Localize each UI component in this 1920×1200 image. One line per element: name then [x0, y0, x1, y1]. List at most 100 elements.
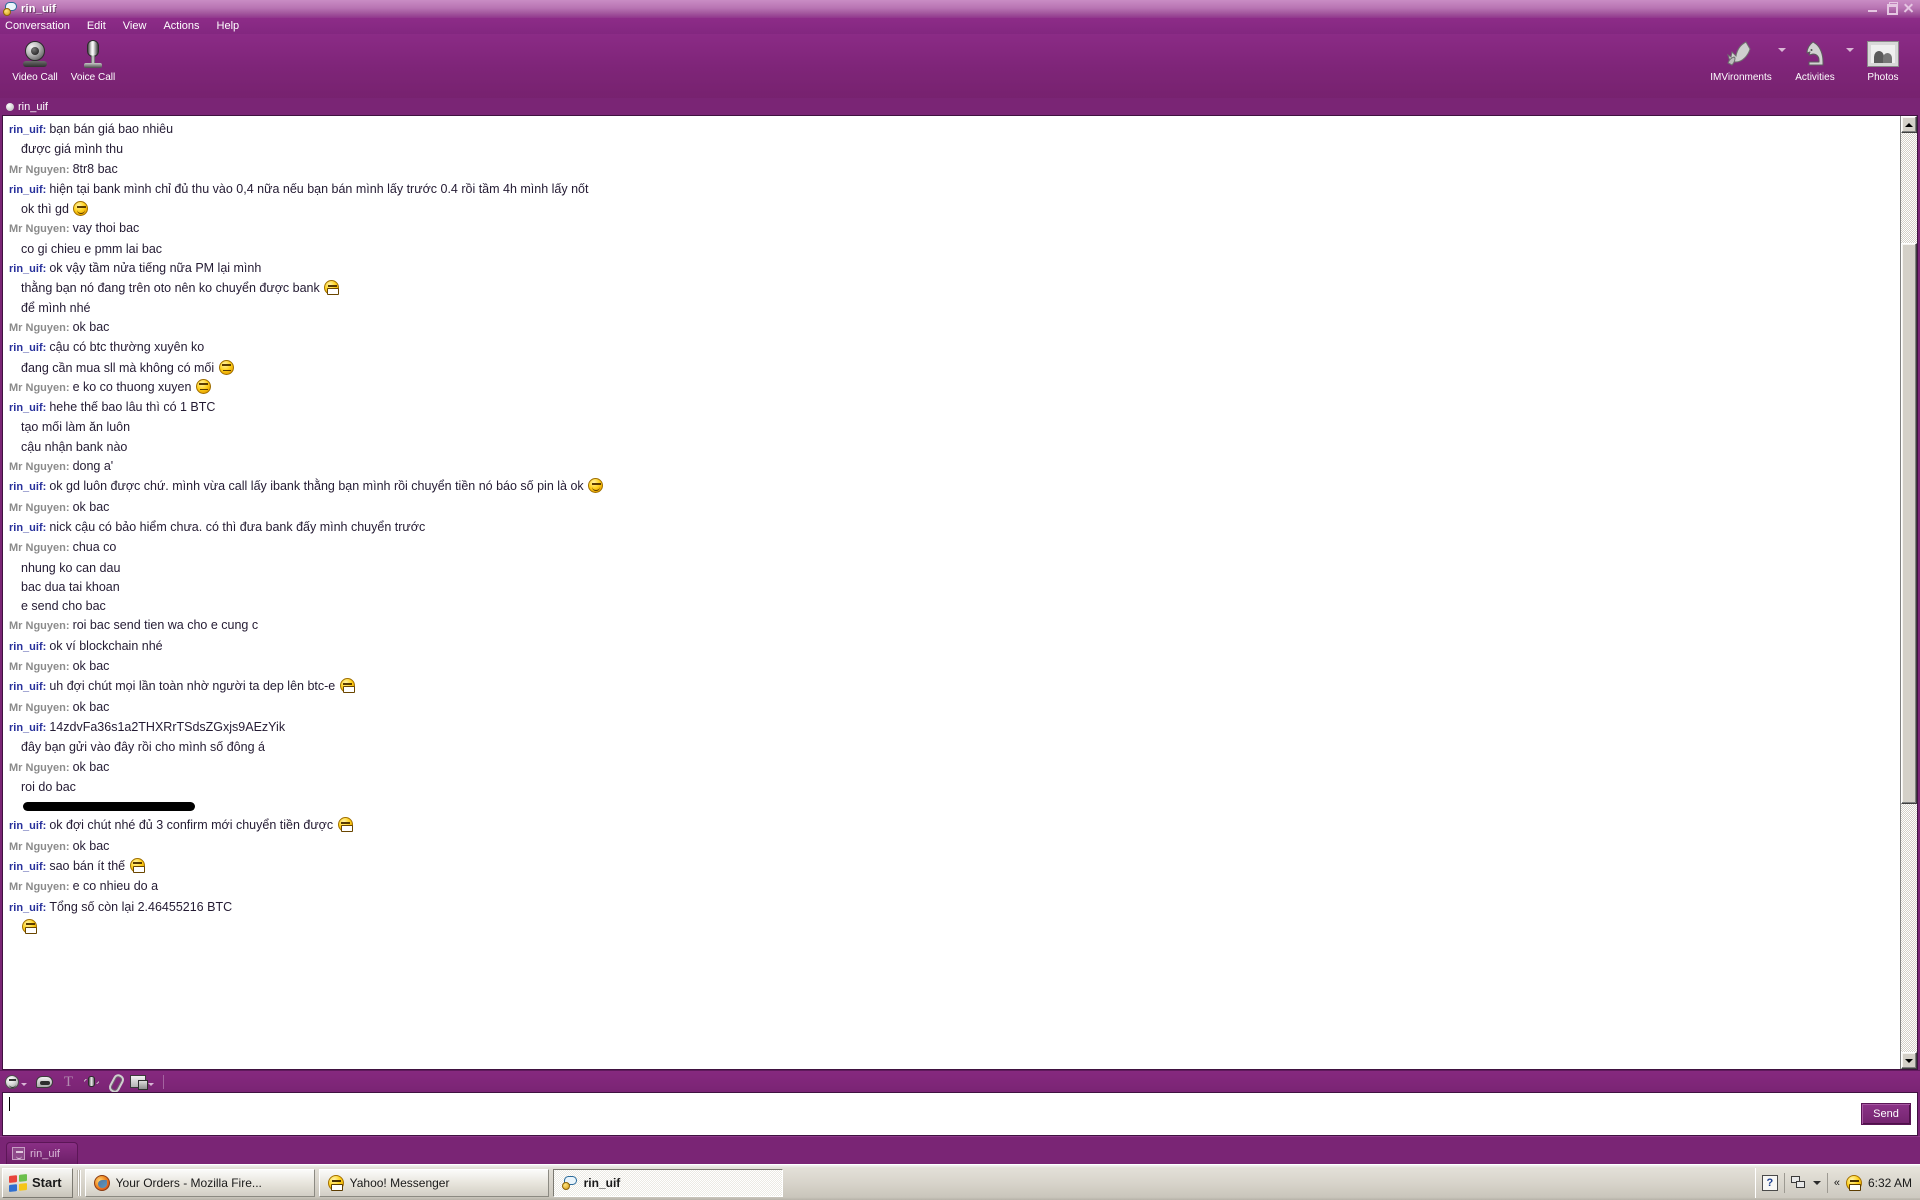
tray-clock[interactable]: 6:32 AM [1868, 1176, 1912, 1190]
taskbar-item-rin-uif[interactable]: rin_uif [552, 1168, 783, 1197]
chat-message: rin_uif: 14zdvFa36s1a2THXRrTSdsZGxjs9AEz… [9, 718, 1896, 738]
compose-area: Send [2, 1092, 1918, 1136]
chat-message-text: cậu nhận bank nào [21, 439, 128, 454]
chat-message-text: 8tr8 bac [72, 161, 118, 176]
imvironments-label: IMVironments [1710, 72, 1772, 83]
chat-message-sender: rin_uif: [9, 342, 50, 355]
scroll-up-button[interactable] [1901, 116, 1917, 133]
attach-file-button[interactable] [108, 1074, 121, 1090]
ims-bubble-button[interactable] [36, 1075, 53, 1088]
imvironments-button[interactable]: IMVironments [1706, 36, 1776, 83]
chat-message: rin_uif: sao bán ít thế [9, 857, 1896, 877]
toolbar-right-group: IMVironments Activities Photos [1706, 36, 1912, 83]
close-icon[interactable] [1901, 1, 1916, 15]
menu-actions[interactable]: Actions [163, 18, 208, 34]
chat-message-sender: rin_uif: [9, 521, 50, 534]
chat-message-sender: rin_uif: [9, 681, 50, 694]
conversation-tab-icon [12, 1147, 25, 1160]
screenshot-chevron-down-icon[interactable] [148, 1083, 154, 1086]
chat-message: được giá mình thu [9, 140, 1896, 159]
photos-label: Photos [1867, 72, 1899, 83]
chat-message: đang cần mua sll mà không có mối [9, 359, 1896, 378]
chat-message: Mr Nguyen: chua co [9, 538, 1896, 558]
chat-message-text: đang cần mua sll mà không có mối [21, 360, 218, 375]
emoticon-chevron-down-icon[interactable] [21, 1083, 27, 1086]
activities-button[interactable]: Activities [1786, 36, 1844, 83]
chat-message-sender: Mr Nguyen: [9, 701, 73, 714]
chat-message: tạo mối làm ăn luôn [9, 418, 1896, 437]
voice-call-button[interactable]: Voice Call [64, 36, 122, 83]
firefox-icon [93, 1174, 110, 1191]
video-call-label: Video Call [12, 72, 58, 83]
chat-message-log[interactable]: rin_uif: bạn bán giá bao nhiêu được giá m… [3, 116, 1900, 1069]
restore-icon[interactable] [1883, 1, 1898, 15]
menu-edit[interactable]: Edit [87, 18, 115, 34]
taskbar-item-label: Your Orders - Mozilla Fire... [115, 1175, 262, 1190]
chat-message-text: dong a' [72, 459, 114, 474]
scroll-down-button[interactable] [1901, 1052, 1917, 1069]
send-screenshot-button[interactable] [130, 1075, 154, 1090]
photos-button[interactable]: Photos [1854, 36, 1912, 83]
scrollbar-track[interactable] [1901, 133, 1917, 1052]
chat-message-text: vay thoi bac [72, 221, 140, 236]
taskbar-item-label: Yahoo! Messenger [349, 1175, 450, 1190]
buzz-button[interactable] [82, 1074, 101, 1089]
menu-conversation[interactable]: Conversation [5, 18, 79, 34]
chat-area: rin_uif: bạn bán giá bao nhiêu được giá m… [2, 115, 1918, 1070]
chat-message-text: được giá mình thu [21, 142, 124, 157]
video-call-button[interactable]: Video Call [6, 36, 64, 83]
minimize-icon[interactable] [1865, 1, 1880, 15]
emoticon-grin-icon [22, 918, 37, 934]
chat-message-text: uh đợi chút mọi lần toàn nhờ người ta de… [49, 679, 339, 694]
taskbar-item-label: rin_uif [583, 1175, 621, 1190]
chat-message: Mr Nguyen: ok bac [9, 318, 1896, 338]
emoticon-smile-icon [588, 478, 604, 494]
chat-message-text: đây bạn gửi vào đây rồi cho mình số đông… [21, 740, 265, 755]
chat-message-sender: rin_uif: [9, 124, 50, 136]
chat-message-text: hiện tại bank mình chỉ đủ thu vào 0,4 nữ… [49, 181, 589, 196]
taskbar-item-firefox[interactable]: Your Orders - Mozilla Fire... [84, 1168, 315, 1197]
chat-message: Mr Nguyen: 8tr8 bac [9, 160, 1896, 180]
chat-message-text: 14zdvFa36s1a2THXRrTSdsZGxjs9AEzYik [49, 719, 286, 734]
chat-message-text: ok bac [72, 499, 110, 514]
menu-help[interactable]: Help [217, 18, 249, 34]
help-icon[interactable]: ? [1761, 1174, 1778, 1191]
text-format-button[interactable]: T [62, 1074, 75, 1089]
chat-message: nhung ko can dau [9, 559, 1896, 578]
send-button[interactable]: Send [1861, 1103, 1911, 1125]
taskbar-grip[interactable] [76, 1169, 81, 1196]
start-button[interactable]: Start [2, 1167, 73, 1198]
chat-message-text: Tổng số còn lại 2.46455216 BTC [49, 899, 233, 914]
emoticon-button[interactable] [5, 1074, 27, 1089]
emoticon-grin-icon [129, 857, 145, 873]
chat-message-text: hehe thế bao lâu thì có 1 BTC [49, 400, 216, 415]
activities-chevron-down-icon[interactable] [1846, 48, 1854, 52]
tray-expand-button[interactable]: « [1834, 1177, 1840, 1189]
tray-chevron-down-icon[interactable] [1812, 1180, 1821, 1185]
chat-message-text: bac dua tai khoan [21, 579, 120, 594]
chat-message-sender: Mr Nguyen: [9, 661, 73, 674]
chat-message-text: ok ví blockchain nhé [49, 638, 163, 653]
chat-vertical-scrollbar[interactable] [1900, 116, 1917, 1069]
menu-view[interactable]: View [123, 18, 156, 34]
compose-toolbar: T [0, 1070, 1920, 1092]
chat-message [9, 918, 1896, 937]
scrollbar-thumb[interactable] [1901, 243, 1917, 804]
chat-message-sender: Mr Nguyen: [9, 321, 73, 334]
chat-message-text: thằng bạn nó đang trên oto nên ko chuyển… [21, 281, 324, 296]
yahoo-messenger-tray-icon[interactable] [1845, 1174, 1862, 1191]
imvironments-chevron-down-icon[interactable] [1778, 48, 1786, 52]
chat-message-sender: rin_uif: [9, 820, 50, 833]
chat-message: rin_uif: cậu có btc thường xuyên ko [9, 338, 1896, 358]
window-title: rin_uif [21, 3, 57, 15]
chat-message-sender: rin_uif: [9, 860, 50, 873]
emoticon-icon [5, 1074, 19, 1089]
conversation-tab-rin-uif[interactable]: rin_uif [6, 1142, 78, 1164]
chat-message-sender: rin_uif: [9, 402, 50, 415]
chat-message: rin_uif: nick cậu có bảo hiểm chưa. có t… [9, 518, 1896, 538]
message-input[interactable] [3, 1093, 1855, 1135]
contact-name: rin_uif [18, 100, 48, 113]
taskbar-item-yahoo-messenger[interactable]: Yahoo! Messenger [318, 1168, 549, 1197]
network-connections-icon[interactable] [1790, 1175, 1807, 1191]
chat-message-sender: Mr Nguyen: [9, 381, 73, 394]
